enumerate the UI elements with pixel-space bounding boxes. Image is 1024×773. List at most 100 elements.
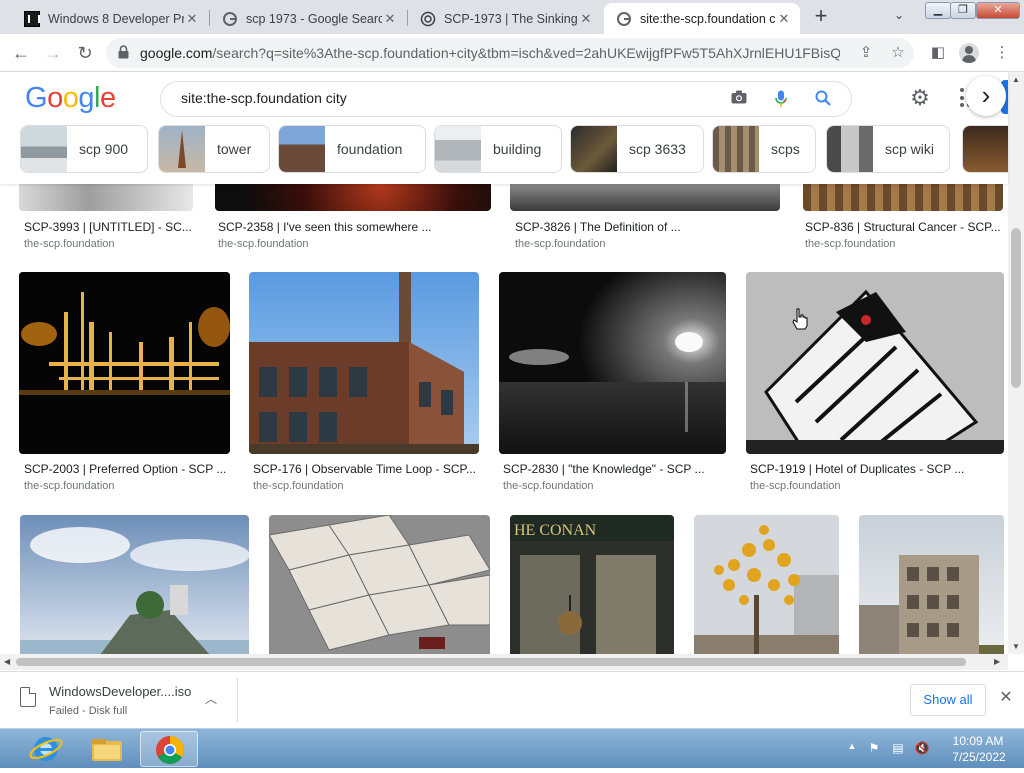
close-icon[interactable]: ✕: [184, 11, 200, 27]
chip-scps[interactable]: scps: [712, 125, 816, 173]
result-source[interactable]: the-scp.foundation: [218, 238, 309, 250]
result-source[interactable]: the-scp.foundation: [503, 480, 594, 492]
horizontal-scrollbar[interactable]: ◀ ▶: [0, 654, 1008, 670]
tab-windows-developer[interactable]: Windows 8 Developer Pr ✕: [12, 3, 208, 34]
scroll-down-arrow-icon[interactable]: ▼: [1012, 642, 1020, 651]
close-icon[interactable]: ✕: [578, 11, 594, 27]
scroll-left-arrow-icon[interactable]: ◀: [4, 657, 10, 666]
result-title[interactable]: SCP-3826 | The Definition of ...: [515, 220, 681, 234]
tab-scp-1973-article[interactable]: SCP-1973 | The Sinking F ✕: [408, 3, 602, 34]
tab-scp-1973-search[interactable]: scp 1973 - Google Search ✕: [210, 3, 406, 34]
clock-time[interactable]: 10:09 AM: [948, 734, 1008, 748]
result-thumbnail[interactable]: [215, 184, 491, 211]
tab-search-chevron-icon[interactable]: ⌄: [889, 8, 909, 26]
tab-active-image-search[interactable]: site:the-scp.foundation c ✕: [604, 3, 800, 34]
google-logo[interactable]: Google: [25, 82, 116, 115]
result-title[interactable]: SCP-2003 | Preferred Option - SCP ...: [24, 462, 226, 476]
horizontal-scrollbar-thumb[interactable]: [16, 658, 966, 666]
chip-scp-3633[interactable]: scp 3633: [570, 125, 704, 173]
window-close-button[interactable]: ✕: [976, 2, 1020, 19]
image-result[interactable]: SCP-2003 | Preferred Option - SCP ... th…: [19, 272, 231, 502]
image-result[interactable]: SCP-1919 | Hotel of Duplicates - SCP ...…: [746, 272, 1004, 502]
gear-icon[interactable]: ⚙: [908, 86, 932, 110]
network-icon[interactable]: ▤: [890, 741, 906, 757]
address-bar[interactable]: google.com/search?q=site%3Athe-scp.found…: [106, 38, 914, 68]
image-result[interactable]: SCP-3826 | The Definition of ... the-scp…: [510, 184, 780, 254]
download-filename[interactable]: WindowsDeveloper....iso: [49, 684, 191, 699]
image-result[interactable]: SCP-2358 | I've seen this somewhere ... …: [215, 184, 491, 254]
microphone-icon[interactable]: [771, 90, 791, 110]
chrome-taskbar-icon[interactable]: [140, 731, 198, 767]
scroll-right-arrow-icon[interactable]: ▶: [994, 657, 1000, 666]
chevron-up-icon[interactable]: ︿: [205, 690, 217, 707]
result-thumbnail[interactable]: [499, 272, 726, 454]
result-source[interactable]: the-scp.foundation: [24, 238, 115, 250]
profile-avatar-icon[interactable]: [959, 43, 979, 63]
back-button[interactable]: ←: [8, 40, 34, 66]
camera-icon[interactable]: [729, 90, 749, 110]
chip-scp-900[interactable]: scp 900: [20, 125, 148, 173]
clock-date[interactable]: 7/25/2022: [944, 750, 1014, 764]
search-box[interactable]: site:the-scp.foundation city: [160, 81, 852, 117]
image-result[interactable]: SCP-836 | Structural Cancer - SCP... the…: [803, 184, 1003, 254]
reload-button[interactable]: ↻: [72, 40, 98, 66]
result-title[interactable]: SCP-836 | Structural Cancer - SCP...: [805, 220, 1001, 234]
side-panel-icon[interactable]: ◧: [928, 43, 948, 63]
image-result[interactable]: [694, 515, 839, 654]
minimize-button[interactable]: ▁: [925, 2, 951, 19]
close-icon[interactable]: ✕: [776, 11, 792, 27]
image-result[interactable]: HE CONAN: [510, 515, 674, 654]
result-thumbnail[interactable]: [746, 272, 1004, 454]
vertical-scrollbar[interactable]: ▲ ▼: [1008, 72, 1024, 654]
search-input[interactable]: site:the-scp.foundation city: [181, 90, 347, 106]
chip-foundation[interactable]: foundation: [278, 125, 426, 173]
chip-more[interactable]: [962, 125, 1008, 173]
result-title[interactable]: SCP-3993 | [UNTITLED] - SC...: [24, 220, 192, 234]
chip-building[interactable]: building: [434, 125, 562, 173]
file-explorer-icon[interactable]: [78, 731, 136, 767]
result-source[interactable]: the-scp.foundation: [750, 480, 841, 492]
result-title[interactable]: SCP-1919 | Hotel of Duplicates - SCP ...: [750, 462, 964, 476]
result-source[interactable]: the-scp.foundation: [253, 480, 344, 492]
result-thumbnail[interactable]: [19, 184, 193, 211]
volume-muted-icon[interactable]: 🔇: [914, 741, 930, 757]
scroll-up-arrow-icon[interactable]: ▲: [1012, 75, 1020, 84]
result-thumbnail[interactable]: HE CONAN: [510, 515, 674, 654]
result-thumbnail[interactable]: [859, 515, 1004, 654]
result-source[interactable]: the-scp.foundation: [805, 238, 896, 250]
close-icon[interactable]: ✕: [382, 11, 398, 27]
chrome-menu-icon[interactable]: ⋮: [992, 43, 1012, 63]
result-thumbnail[interactable]: [20, 515, 249, 654]
result-thumbnail[interactable]: [803, 184, 1003, 211]
image-result[interactable]: SCP-176 | Observable Time Loop - SCP... …: [249, 272, 481, 502]
bookmark-star-icon[interactable]: ☆: [888, 43, 908, 63]
forward-button[interactable]: →: [40, 40, 66, 66]
result-source[interactable]: the-scp.foundation: [515, 238, 606, 250]
result-title[interactable]: SCP-2830 | "the Knowledge" - SCP ...: [503, 462, 705, 476]
maximize-button[interactable]: ❐: [950, 2, 976, 19]
image-result[interactable]: SCP-2830 | "the Knowledge" - SCP ... the…: [499, 272, 727, 502]
image-result[interactable]: SCP-3993 | [UNTITLED] - SC... the-scp.fo…: [19, 184, 193, 254]
share-icon[interactable]: ⇪: [856, 43, 876, 63]
result-source[interactable]: the-scp.foundation: [24, 480, 115, 492]
result-title[interactable]: SCP-2358 | I've seen this somewhere ...: [218, 220, 432, 234]
close-icon[interactable]: ✕: [996, 688, 1016, 708]
vertical-scrollbar-thumb[interactable]: [1011, 228, 1021, 388]
show-all-button[interactable]: Show all: [910, 684, 986, 716]
flag-icon[interactable]: ⚑: [866, 741, 882, 757]
result-thumbnail[interactable]: [269, 515, 490, 654]
new-tab-button[interactable]: +: [811, 5, 831, 28]
result-thumbnail[interactable]: [510, 184, 780, 211]
result-title[interactable]: SCP-176 | Observable Time Loop - SCP...: [253, 462, 476, 476]
image-result[interactable]: [859, 515, 1004, 654]
chip-scp-wiki[interactable]: scp wiki: [826, 125, 950, 173]
image-result[interactable]: [269, 515, 490, 654]
internet-explorer-icon[interactable]: [18, 731, 76, 767]
image-result[interactable]: [20, 515, 249, 654]
result-thumbnail[interactable]: [19, 272, 230, 454]
result-thumbnail[interactable]: [249, 272, 479, 454]
chevron-right-icon[interactable]: ›: [966, 76, 1006, 116]
result-thumbnail[interactable]: [694, 515, 839, 654]
search-icon[interactable]: [813, 90, 833, 110]
chip-tower[interactable]: tower: [158, 125, 270, 173]
